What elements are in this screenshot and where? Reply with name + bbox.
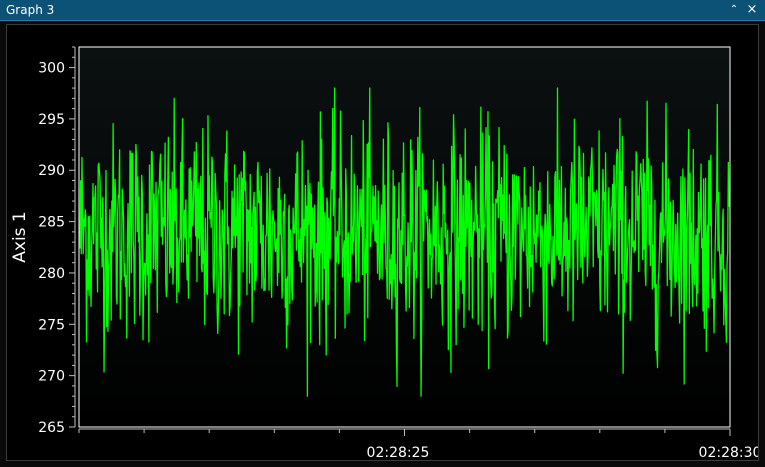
x-tick-label: 02:28:30 [699, 445, 758, 460]
graph-panel: 265 270 275 280 285 290 295 300 02:28:25 02:28:3… [6, 24, 759, 461]
chevron-up-icon[interactable]: ⌃ [727, 2, 741, 18]
y-tick-label: 265 [38, 420, 65, 436]
y-tick-label: 295 [38, 112, 65, 128]
y-tick-label: 275 [38, 317, 65, 333]
y-tick-label: 290 [38, 163, 65, 179]
y-tick-label: 300 [38, 61, 65, 77]
x-axis: 02:28:25 02:28:30 [78, 428, 758, 460]
y-axis-label: Axis 1 [10, 211, 30, 263]
y-tick-label: 285 [38, 215, 65, 231]
y-axis: 265 270 275 280 285 290 295 300 [38, 46, 76, 436]
y-tick-label: 270 [38, 369, 65, 385]
y-tick-label: 280 [38, 266, 65, 282]
window-title: Graph 3 [6, 3, 55, 17]
window-titlebar: Graph 3 ⌃ × [0, 0, 765, 21]
line-chart: 265 270 275 280 285 290 295 300 02:28:25 02:28:3… [10, 46, 758, 460]
x-tick-label: 02:28:25 [367, 445, 430, 460]
close-icon[interactable]: × [745, 2, 759, 18]
